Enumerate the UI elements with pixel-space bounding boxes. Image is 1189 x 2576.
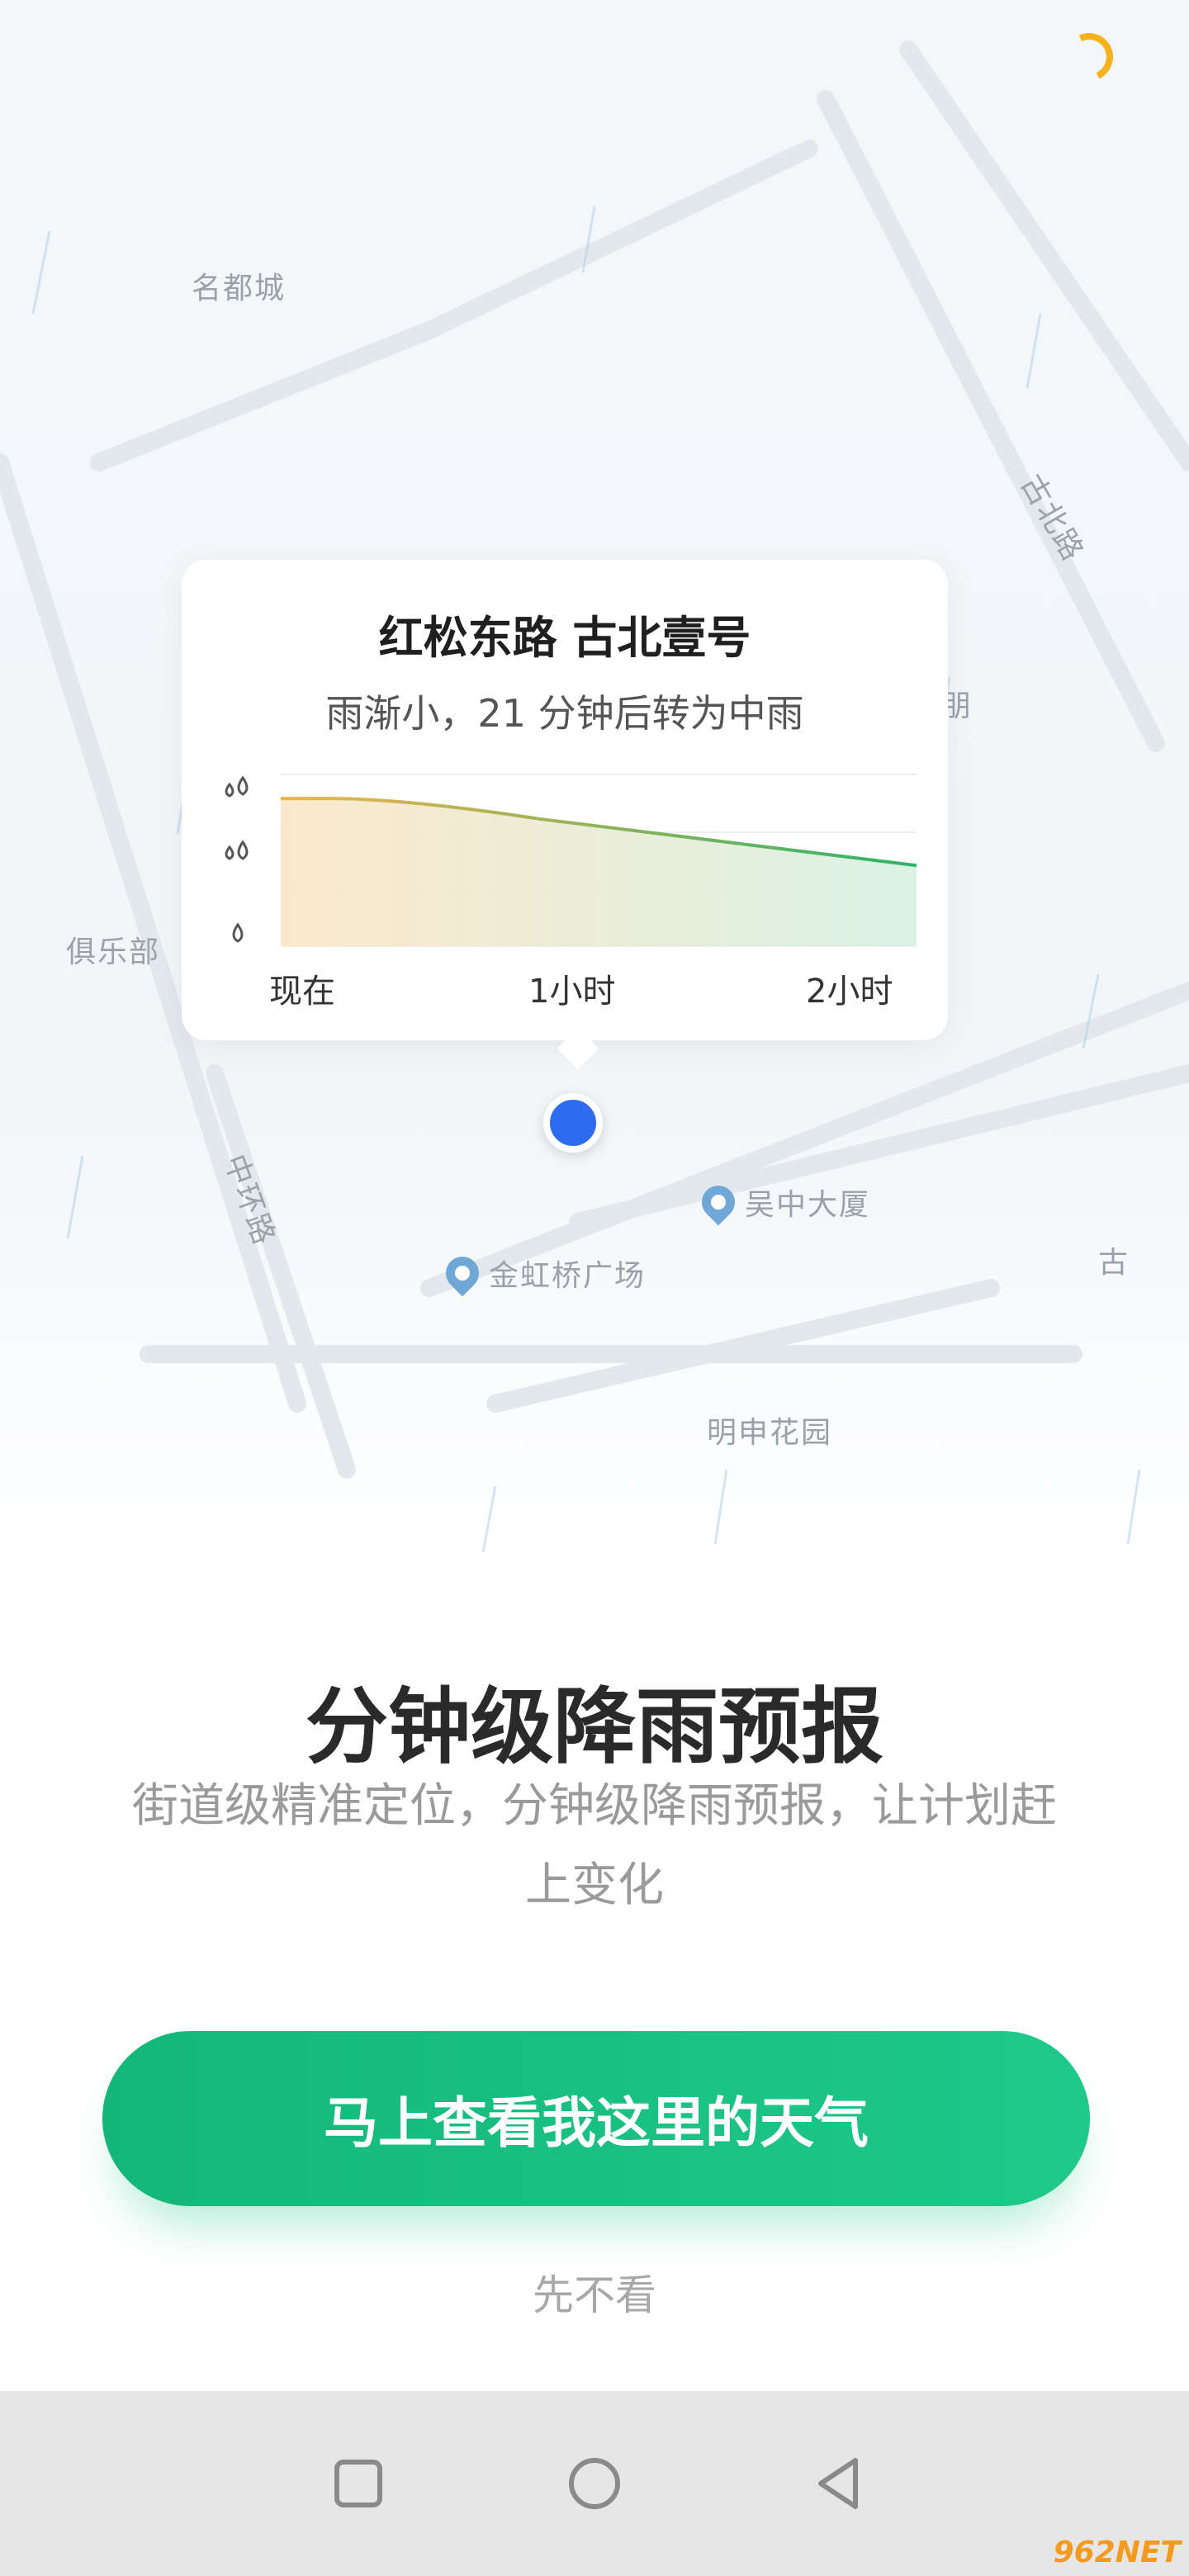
location-pin-icon bbox=[438, 1249, 486, 1297]
precipitation-area bbox=[281, 798, 917, 946]
heavy-rain-icon bbox=[225, 775, 249, 798]
feature-headline: 分钟级降雨预报 bbox=[306, 1679, 883, 1775]
light-rain-icon bbox=[232, 922, 244, 943]
recent-apps-button[interactable] bbox=[325, 2451, 391, 2517]
poi-jinhongqiao-plaza: 金虹桥广场 bbox=[438, 1249, 646, 1297]
chart-tick-now: 现在 bbox=[269, 973, 335, 1011]
map-label-mingshen-garden: 明申花园 bbox=[707, 1416, 833, 1450]
rain-intensity-scale bbox=[225, 775, 249, 943]
view-my-weather-button[interactable]: 马上查看我这里的天气 bbox=[102, 2031, 1090, 2206]
feature-description: 街道级精准定位，分钟级降雨预报，让计划赶上变化 bbox=[132, 1779, 1057, 1912]
precipitation-chart bbox=[225, 774, 917, 947]
moderate-rain-icon bbox=[225, 840, 249, 860]
skip-link[interactable]: 先不看 bbox=[0, 2262, 1189, 2322]
watermark-logo: 962NET bbox=[1053, 2536, 1181, 2569]
location-pin-icon bbox=[694, 1178, 742, 1226]
map-label-partial-gu: 古 bbox=[1098, 1246, 1130, 1280]
forecast-summary: 雨渐小，21 分钟后转为中雨 bbox=[325, 691, 804, 736]
location-title: 红松东路 古北壹号 bbox=[378, 612, 751, 664]
back-button[interactable] bbox=[806, 2451, 872, 2517]
system-navigation-bar: 962NET bbox=[0, 2391, 1189, 2576]
home-button[interactable] bbox=[561, 2451, 628, 2517]
current-location-marker bbox=[543, 1093, 603, 1153]
chart-tick-1h: 1小时 bbox=[528, 973, 616, 1011]
rain-forecast-card: 红松东路 古北壹号 雨渐小，21 分钟后转为中雨 现在 1小时 2小时 bbox=[182, 560, 948, 1040]
poi-wuzhong-building: 吴中大厦 bbox=[694, 1178, 870, 1226]
map-label-mingducheng: 名都城 bbox=[192, 272, 287, 305]
chart-tick-2h: 2小时 bbox=[806, 973, 893, 1011]
map-label-club: 俱乐部 bbox=[66, 935, 161, 969]
